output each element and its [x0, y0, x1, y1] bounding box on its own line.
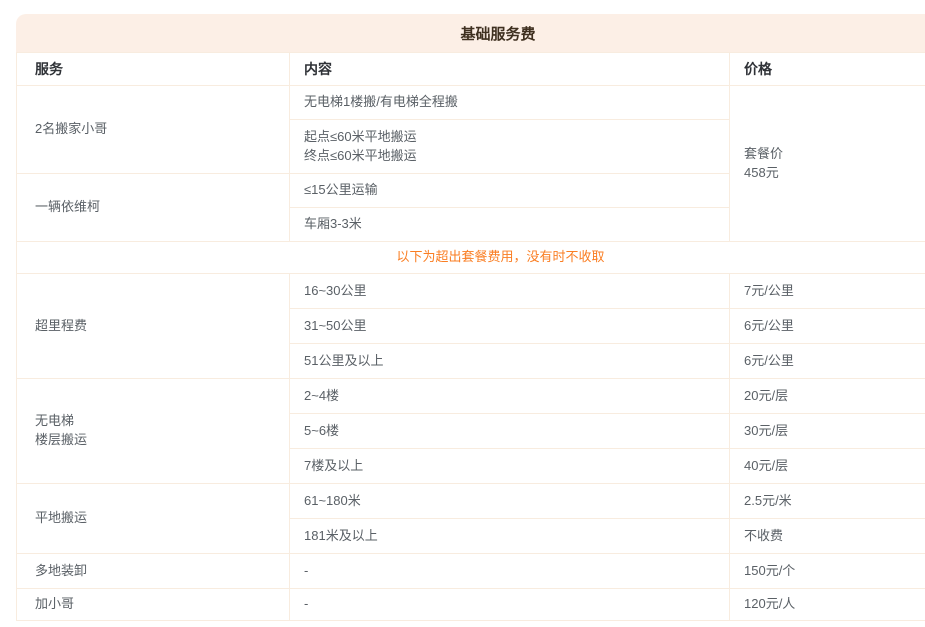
notice-row: 以下为超出套餐费用，没有时不收取: [17, 242, 925, 274]
table-row: 超里程费 16~30公里 7元/公里: [17, 274, 925, 309]
service-cell-extra-mileage: 超里程费: [17, 274, 290, 379]
table-title-band: 基础服务费: [16, 14, 925, 52]
column-header-price: 价格: [730, 53, 925, 86]
content-cell: 61~180米: [290, 484, 730, 519]
content-cell: -: [290, 589, 730, 621]
price-cell: 6元/公里: [730, 309, 925, 344]
content-cell: 7楼及以上: [290, 449, 730, 484]
price-cell: 30元/层: [730, 414, 925, 449]
table-title: 基础服务费: [460, 23, 535, 44]
table-row: 2名搬家小哥 无电梯1楼搬/有电梯全程搬 套餐价 458元: [17, 86, 925, 120]
service-cell-movers: 2名搬家小哥: [17, 86, 290, 174]
price-cell-package: 套餐价 458元: [730, 86, 925, 242]
service-cell-flat-move: 平地搬运: [17, 484, 290, 554]
price-cell: 40元/层: [730, 449, 925, 484]
price-cell: 6元/公里: [730, 344, 925, 379]
content-cell-flat-distance: 起点≤60米平地搬运 终点≤60米平地搬运: [290, 120, 730, 174]
service-cell-no-elevator: 无电梯 楼层搬运: [17, 379, 290, 484]
content-cell: 2~4楼: [290, 379, 730, 414]
table-row: 无电梯 楼层搬运 2~4楼 20元/层: [17, 379, 925, 414]
table-row: 加小哥 - 120元/人: [17, 589, 925, 621]
column-header-content: 内容: [290, 53, 730, 86]
content-cell: 5~6楼: [290, 414, 730, 449]
price-cell: 150元/个: [730, 554, 925, 589]
content-cell: 51公里及以上: [290, 344, 730, 379]
basic-service-fee-card: 基础服务费 服务 内容 价格 2名搬家小哥 无电梯1楼搬/有电梯全程搬 套餐价 …: [16, 14, 925, 621]
price-cell: 7元/公里: [730, 274, 925, 309]
price-table: 服务 内容 价格 2名搬家小哥 无电梯1楼搬/有电梯全程搬 套餐价 458元 起…: [16, 52, 925, 621]
content-cell-cargo-size: 车厢3-3米: [290, 208, 730, 242]
price-cell: 2.5元/米: [730, 484, 925, 519]
column-header-service: 服务: [17, 53, 290, 86]
service-cell-multi-stop: 多地装卸: [17, 554, 290, 589]
content-cell: 16~30公里: [290, 274, 730, 309]
table-row: 平地搬运 61~180米 2.5元/米: [17, 484, 925, 519]
table-row: 多地装卸 - 150元/个: [17, 554, 925, 589]
service-cell-extra-mover: 加小哥: [17, 589, 290, 621]
overage-notice: 以下为超出套餐费用，没有时不收取: [17, 242, 925, 274]
price-cell: 20元/层: [730, 379, 925, 414]
content-cell-floor-move: 无电梯1楼搬/有电梯全程搬: [290, 86, 730, 120]
content-cell: 31~50公里: [290, 309, 730, 344]
column-header-row: 服务 内容 价格: [17, 53, 925, 86]
content-cell: -: [290, 554, 730, 589]
price-cell: 120元/人: [730, 589, 925, 621]
service-cell-truck: 一辆依维柯: [17, 174, 290, 242]
content-cell-transport-km: ≤15公里运输: [290, 174, 730, 208]
price-cell: 不收费: [730, 519, 925, 554]
content-cell: 181米及以上: [290, 519, 730, 554]
